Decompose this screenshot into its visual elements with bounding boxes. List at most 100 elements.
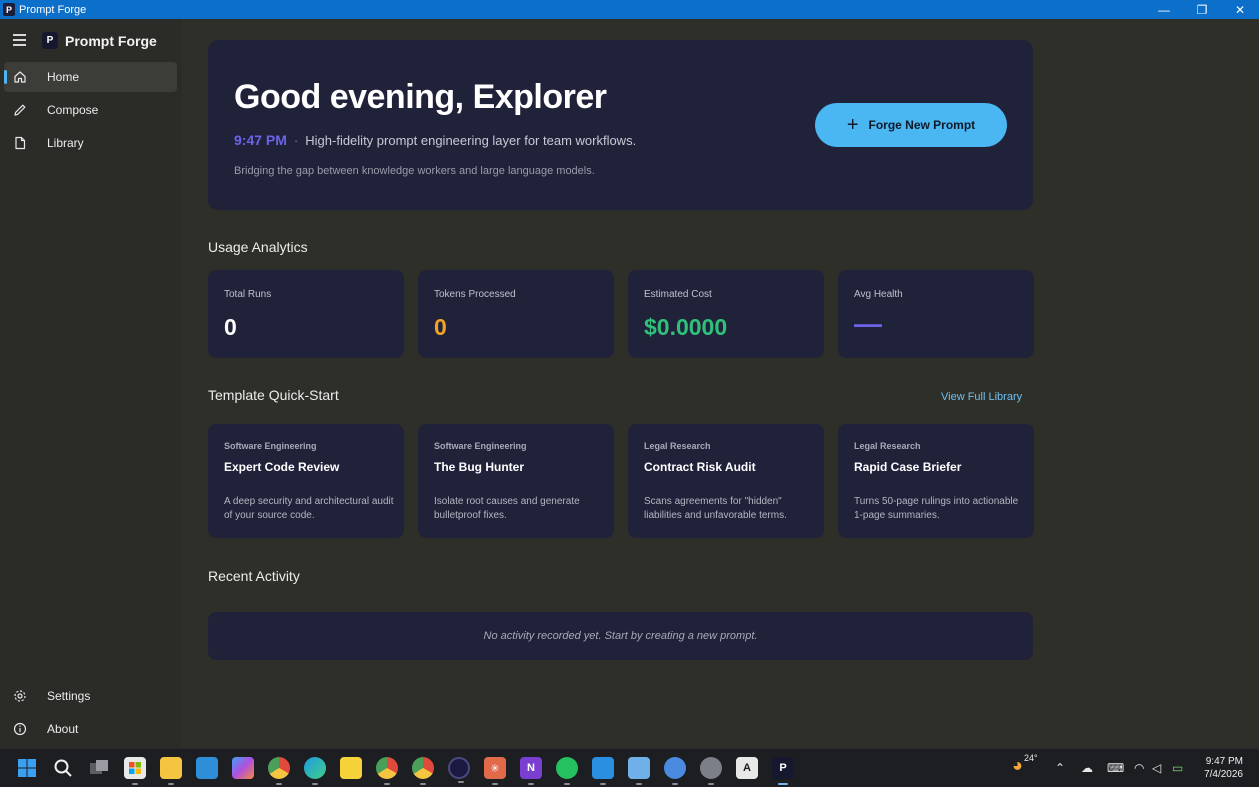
- weather-icon[interactable]: ◕: [1012, 755, 1023, 776]
- clock-date: 7/4/2026: [1204, 769, 1243, 780]
- calendar-icon[interactable]: [196, 757, 218, 779]
- template-quick-start-title: Template Quick-Start: [208, 387, 339, 403]
- taskbar: ✳ N A P ◕ 24° ⌃ ☁ ⌨ ◠ ◁ ▭ 9:47 PM 7/4/20…: [0, 748, 1259, 787]
- template-category: Software Engineering: [434, 441, 527, 451]
- sidebar-item-about[interactable]: About: [4, 714, 177, 744]
- start-icon[interactable]: [16, 757, 38, 779]
- template-card-rapid-case-briefer[interactable]: Legal Research Rapid Case Briefer Turns …: [838, 424, 1034, 538]
- template-card-contract-risk-audit[interactable]: Legal Research Contract Risk Audit Scans…: [628, 424, 824, 538]
- app-store-icon[interactable]: A: [736, 757, 758, 779]
- onenote-icon[interactable]: N: [520, 757, 542, 785]
- weather-temperature: 24°: [1024, 753, 1038, 763]
- stat-label: Estimated Cost: [644, 289, 712, 300]
- stat-value: $0.0000: [644, 314, 728, 340]
- sidebar-item-label: Compose: [47, 103, 99, 117]
- brand-logo-icon: P: [42, 32, 58, 49]
- template-card-expert-code-review[interactable]: Software Engineering Expert Code Review …: [208, 424, 404, 538]
- chrome-profile-icon[interactable]: [376, 757, 398, 785]
- template-category: Software Engineering: [224, 441, 317, 451]
- main-content: Good evening, Explorer 9:47 PM · High-fi…: [182, 19, 1259, 748]
- current-time: 9:47 PM: [234, 132, 287, 148]
- restore-button[interactable]: ❐: [1183, 0, 1221, 19]
- stat-card-tokens-processed: Tokens Processed 0: [418, 270, 614, 358]
- wifi-icon[interactable]: ◠: [1134, 761, 1144, 775]
- template-description: Scans agreements for "hidden" liabilitie…: [644, 496, 787, 521]
- recent-activity-empty-state: No activity recorded yet. Start by creat…: [208, 612, 1033, 660]
- window-controls: — ❐ ✕: [1145, 0, 1259, 19]
- template-name: Contract Risk Audit: [644, 460, 756, 474]
- close-button[interactable]: ✕: [1221, 0, 1259, 19]
- clock-time: 9:47 PM: [1205, 756, 1243, 767]
- usage-analytics-title: Usage Analytics: [208, 239, 308, 255]
- sidebar-item-label: Library: [47, 136, 84, 150]
- view-full-library-link[interactable]: View Full Library: [941, 391, 1022, 403]
- stat-value: —: [854, 308, 882, 339]
- stat-card-estimated-cost: Estimated Cost $0.0000: [628, 270, 824, 358]
- clock[interactable]: 9:47 PM 7/4/2026: [1204, 755, 1243, 781]
- document-icon: [12, 135, 28, 151]
- sidebar-item-settings[interactable]: Settings: [4, 681, 177, 711]
- task-view-icon[interactable]: [88, 757, 110, 779]
- copilot-icon[interactable]: [232, 757, 254, 779]
- file-explorer-icon[interactable]: [160, 757, 182, 785]
- forge-new-prompt-button[interactable]: + Forge New Prompt: [815, 103, 1007, 147]
- chrome-icon[interactable]: [268, 757, 290, 785]
- template-description: A deep security and architectural audit …: [224, 496, 394, 521]
- stat-label: Avg Health: [854, 289, 903, 300]
- sidebar-item-home[interactable]: Home: [4, 62, 177, 92]
- separator-dot: ·: [293, 132, 299, 148]
- stat-card-total-runs: Total Runs 0: [208, 270, 404, 358]
- whatsapp-icon[interactable]: [556, 757, 578, 785]
- plus-icon: +: [846, 114, 859, 136]
- chrome-profile-2-icon[interactable]: [412, 757, 434, 785]
- volume-icon[interactable]: ◁: [1152, 761, 1161, 775]
- settings-app-icon[interactable]: [700, 757, 722, 785]
- empty-activity-message: No activity recorded yet. Start by creat…: [483, 630, 758, 642]
- sidebar: P Prompt Forge Home Compose Library Sett…: [0, 19, 182, 748]
- template-name: Expert Code Review: [224, 460, 340, 474]
- app-logo-icon: P: [3, 3, 15, 16]
- recent-activity-title: Recent Activity: [208, 568, 300, 584]
- template-name: Rapid Case Briefer: [854, 460, 962, 474]
- sidebar-item-label: Home: [47, 70, 80, 84]
- search-icon[interactable]: [52, 757, 74, 779]
- greeting-title: Good evening, Explorer: [234, 78, 607, 116]
- hamburger-menu-icon[interactable]: [13, 34, 26, 49]
- brand: P Prompt Forge: [42, 32, 157, 49]
- template-name: The Bug Hunter: [434, 460, 524, 474]
- stat-value: 0: [224, 314, 237, 340]
- media-icon[interactable]: [448, 757, 470, 783]
- stat-card-avg-health: Avg Health —: [838, 270, 1034, 358]
- minimize-button[interactable]: —: [1145, 0, 1183, 19]
- template-description: Isolate root causes and generate bulletp…: [434, 496, 580, 521]
- info-icon: [12, 721, 28, 737]
- edge-icon[interactable]: [304, 757, 326, 785]
- stat-value: 0: [434, 314, 447, 340]
- sidebar-item-library[interactable]: Library: [4, 128, 177, 158]
- claude-icon[interactable]: ✳: [484, 757, 506, 785]
- template-category: Legal Research: [644, 441, 711, 451]
- sync-icon[interactable]: [664, 757, 686, 785]
- cloud-icon[interactable]: ☁: [1081, 761, 1093, 775]
- template-category: Legal Research: [854, 441, 921, 451]
- store-icon[interactable]: [124, 757, 146, 785]
- battery-icon[interactable]: ▭: [1172, 761, 1183, 775]
- brand-name: Prompt Forge: [65, 32, 157, 49]
- template-description: Turns 50-page rulings into actionable 1-…: [854, 496, 1019, 521]
- stat-label: Total Runs: [224, 289, 272, 300]
- sidebar-item-compose[interactable]: Compose: [4, 95, 177, 125]
- tagline: High-fidelity prompt engineering layer f…: [305, 132, 637, 148]
- forge-button-label: Forge New Prompt: [868, 118, 976, 132]
- hero-subtitle: 9:47 PM · High-fidelity prompt engineeri…: [234, 132, 636, 148]
- gear-icon: [12, 688, 28, 704]
- stat-label: Tokens Processed: [434, 289, 516, 300]
- chevron-up-icon[interactable]: ⌃: [1055, 761, 1065, 775]
- vscode-icon[interactable]: [592, 757, 614, 785]
- hero-description: Bridging the gap between knowledge worke…: [234, 165, 595, 177]
- sticky-notes-icon[interactable]: [340, 757, 362, 779]
- sidebar-item-label: About: [47, 722, 79, 736]
- prompt-forge-taskbar-icon[interactable]: P: [772, 757, 794, 785]
- keyboard-icon[interactable]: ⌨: [1107, 761, 1124, 775]
- notepad-icon[interactable]: [628, 757, 650, 785]
- template-card-bug-hunter[interactable]: Software Engineering The Bug Hunter Isol…: [418, 424, 614, 538]
